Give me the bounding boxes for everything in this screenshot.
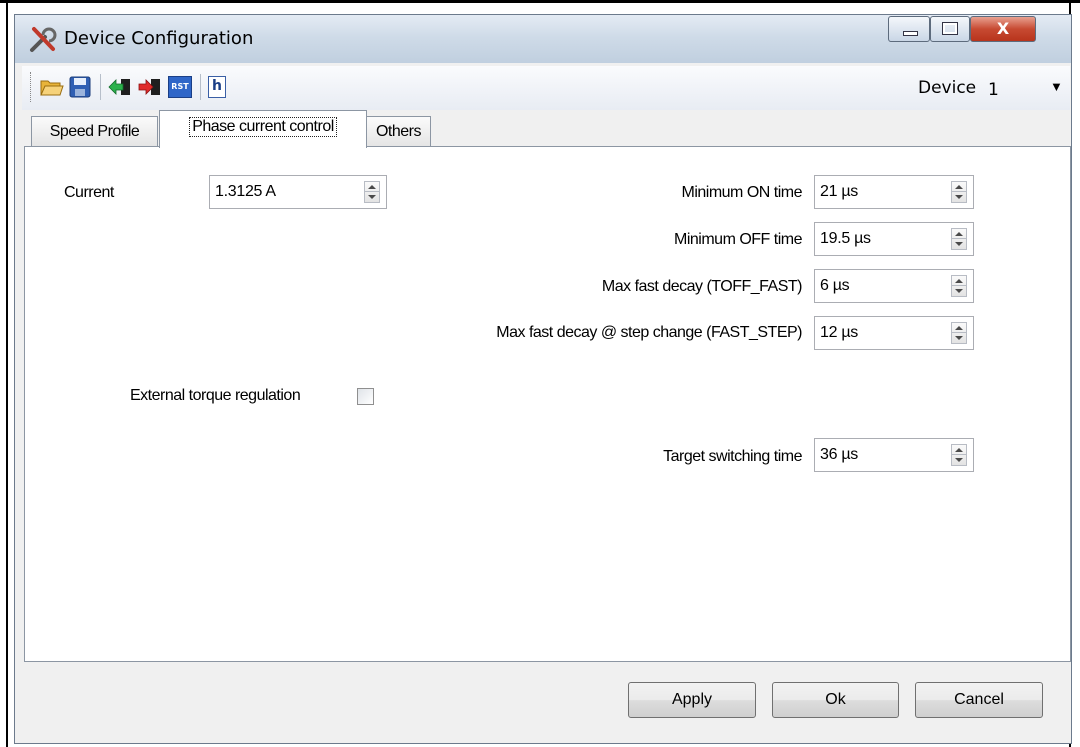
target-switching-spinbox[interactable]: 36 µs (814, 438, 974, 472)
min-off-time-spinbox[interactable]: 19.5 µs (814, 222, 974, 256)
spinner-arrows-icon[interactable] (951, 322, 967, 344)
max-fast-decay-step-value: 12 µs (820, 324, 858, 341)
tab-phase-current-control[interactable]: Phase current control (159, 110, 367, 148)
min-off-time-value: 19.5 µs (820, 230, 871, 247)
target-switching-value: 36 µs (820, 446, 858, 463)
cancel-button[interactable]: Cancel (915, 682, 1043, 718)
minimize-button[interactable] (888, 16, 930, 42)
tools-icon (30, 27, 57, 52)
device-label: Device (918, 78, 977, 98)
maximize-button[interactable] (930, 16, 970, 42)
open-folder-icon[interactable] (40, 76, 64, 98)
close-button[interactable]: X (970, 16, 1036, 42)
spinner-arrows-icon[interactable] (364, 181, 380, 203)
device-select-value: 1 (988, 80, 999, 100)
reset-icon[interactable]: RST (168, 76, 192, 98)
toolbar-separator (200, 74, 201, 100)
export-icon[interactable] (138, 76, 162, 98)
ok-button[interactable]: Ok (772, 682, 899, 718)
header-file-icon[interactable]: h (208, 76, 226, 98)
min-on-time-spinbox[interactable]: 21 µs (814, 175, 974, 209)
save-icon[interactable] (68, 76, 92, 98)
spinner-arrows-icon[interactable] (951, 275, 967, 297)
max-fast-decay-spinbox[interactable]: 6 µs (814, 269, 974, 303)
maximize-icon (942, 22, 958, 35)
tab-label: Phase current control (189, 117, 337, 137)
minimize-icon (903, 31, 918, 36)
external-torque-checkbox[interactable] (357, 388, 374, 405)
spinner-arrows-icon[interactable] (951, 181, 967, 203)
frame-left-line (6, 0, 8, 747)
spinner-arrows-icon[interactable] (951, 228, 967, 250)
close-icon: X (996, 19, 1010, 38)
tab-speed-profile[interactable]: Speed Profile (31, 116, 158, 147)
toolbar-separator (100, 74, 101, 100)
frame-top-line (0, 0, 1080, 3)
current-value: 1.3125 A (215, 183, 276, 200)
current-spinbox[interactable]: 1.3125 A (209, 175, 387, 209)
chevron-down-icon[interactable]: ▼ (1050, 79, 1063, 94)
spinner-arrows-icon[interactable] (951, 444, 967, 466)
import-icon[interactable] (108, 76, 132, 98)
toolbar-grip[interactable] (30, 72, 34, 102)
window-title: Device Configuration (64, 28, 254, 49)
min-on-time-value: 21 µs (820, 183, 858, 200)
max-fast-decay-value: 6 µs (820, 277, 850, 294)
apply-button[interactable]: Apply (628, 682, 756, 718)
tab-others[interactable]: Others (366, 116, 431, 147)
max-fast-decay-step-spinbox[interactable]: 12 µs (814, 316, 974, 350)
